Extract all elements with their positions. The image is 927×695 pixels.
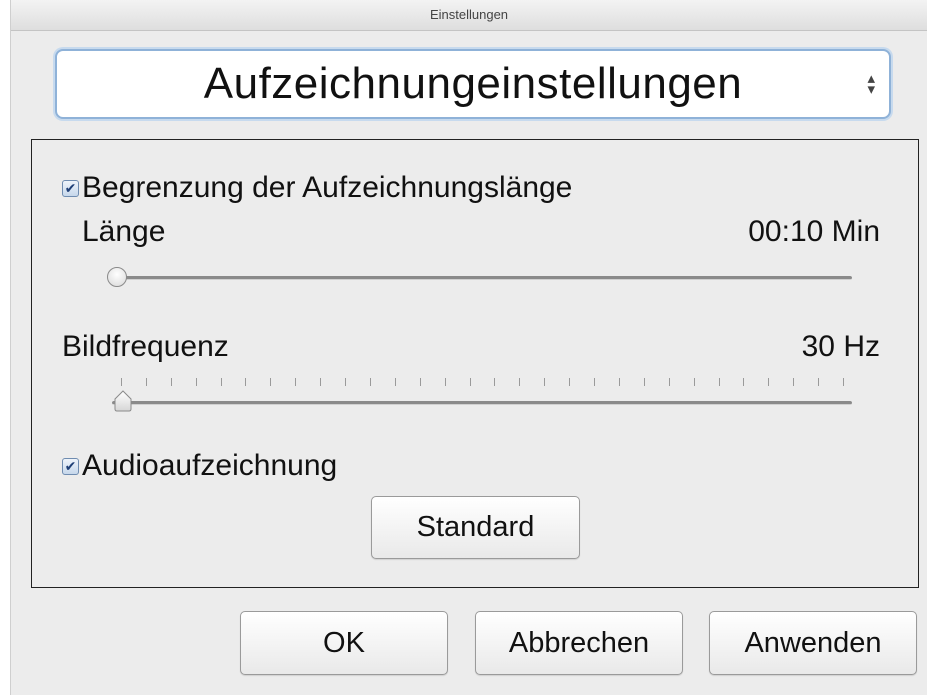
- slider-tick: [494, 378, 495, 386]
- up-down-arrows-icon: ▴ ▾: [867, 70, 875, 98]
- slider-tick: [196, 378, 197, 386]
- slider-tick: [768, 378, 769, 386]
- slider-tick: [146, 378, 147, 386]
- slider-tick: [818, 378, 819, 386]
- slider-tick: [669, 378, 670, 386]
- slider-tick: [743, 378, 744, 386]
- slider-tick: [171, 378, 172, 386]
- length-label: Länge: [82, 215, 166, 248]
- framerate-slider-track[interactable]: [112, 401, 852, 405]
- audio-row[interactable]: ✔ Audioaufzeichnung: [62, 449, 337, 483]
- framerate-slider-knob[interactable]: [113, 390, 133, 412]
- slider-tick: [569, 378, 570, 386]
- apply-button[interactable]: Anwenden: [709, 611, 917, 675]
- slider-tick: [644, 378, 645, 386]
- slider-tick: [470, 378, 471, 386]
- limit-length-checkbox[interactable]: ✔: [62, 179, 79, 197]
- slider-tick: [345, 378, 346, 386]
- slider-tick: [270, 378, 271, 386]
- length-slider-knob[interactable]: [107, 267, 127, 287]
- slider-tick: [843, 378, 844, 386]
- slider-tick: [694, 378, 695, 386]
- slider-tick: [395, 378, 396, 386]
- length-slider-track[interactable]: [112, 276, 852, 280]
- slider-tick: [245, 378, 246, 386]
- limit-length-label: Begrenzung der Aufzeichnungslänge: [82, 171, 573, 204]
- framerate-label: Bildfrequenz: [62, 330, 229, 363]
- slider-tick: [619, 378, 620, 386]
- settings-category-popup[interactable]: Aufzeichnungeinstellungen ▴ ▾: [55, 49, 891, 119]
- slider-tick: [221, 378, 222, 386]
- settings-window: Einstellungen Aufzeichnungeinstellungen …: [10, 0, 927, 695]
- recording-settings-group: ✔ Begrenzung der Aufzeichnungslänge Läng…: [31, 139, 919, 588]
- slider-tick: [121, 378, 122, 386]
- checkmark-icon: ✔: [64, 179, 77, 196]
- window-title: Einstellungen: [11, 0, 927, 31]
- audio-label: Audioaufzeichnung: [82, 449, 338, 482]
- framerate-slider-ticks: [121, 378, 844, 386]
- slider-tick: [370, 378, 371, 386]
- slider-tick: [445, 378, 446, 386]
- slider-tick: [320, 378, 321, 386]
- framerate-value: 30 Hz: [801, 330, 880, 363]
- slider-tick: [594, 378, 595, 386]
- slider-tick: [793, 378, 794, 386]
- audio-checkbox[interactable]: ✔: [62, 457, 79, 475]
- length-value: 00:10 Min: [748, 215, 880, 248]
- cancel-button[interactable]: Abbrechen: [475, 611, 683, 675]
- slider-tick: [420, 378, 421, 386]
- limit-length-row[interactable]: ✔ Begrenzung der Aufzeichnungslänge: [62, 171, 572, 205]
- standard-button[interactable]: Standard: [371, 496, 580, 559]
- ok-button[interactable]: OK: [240, 611, 448, 675]
- slider-tick: [295, 378, 296, 386]
- slider-tick: [719, 378, 720, 386]
- slider-tick: [519, 378, 520, 386]
- popup-selected-label: Aufzeichnungeinstellungen: [203, 59, 743, 108]
- slider-tick: [544, 378, 545, 386]
- checkmark-icon: ✔: [64, 457, 77, 474]
